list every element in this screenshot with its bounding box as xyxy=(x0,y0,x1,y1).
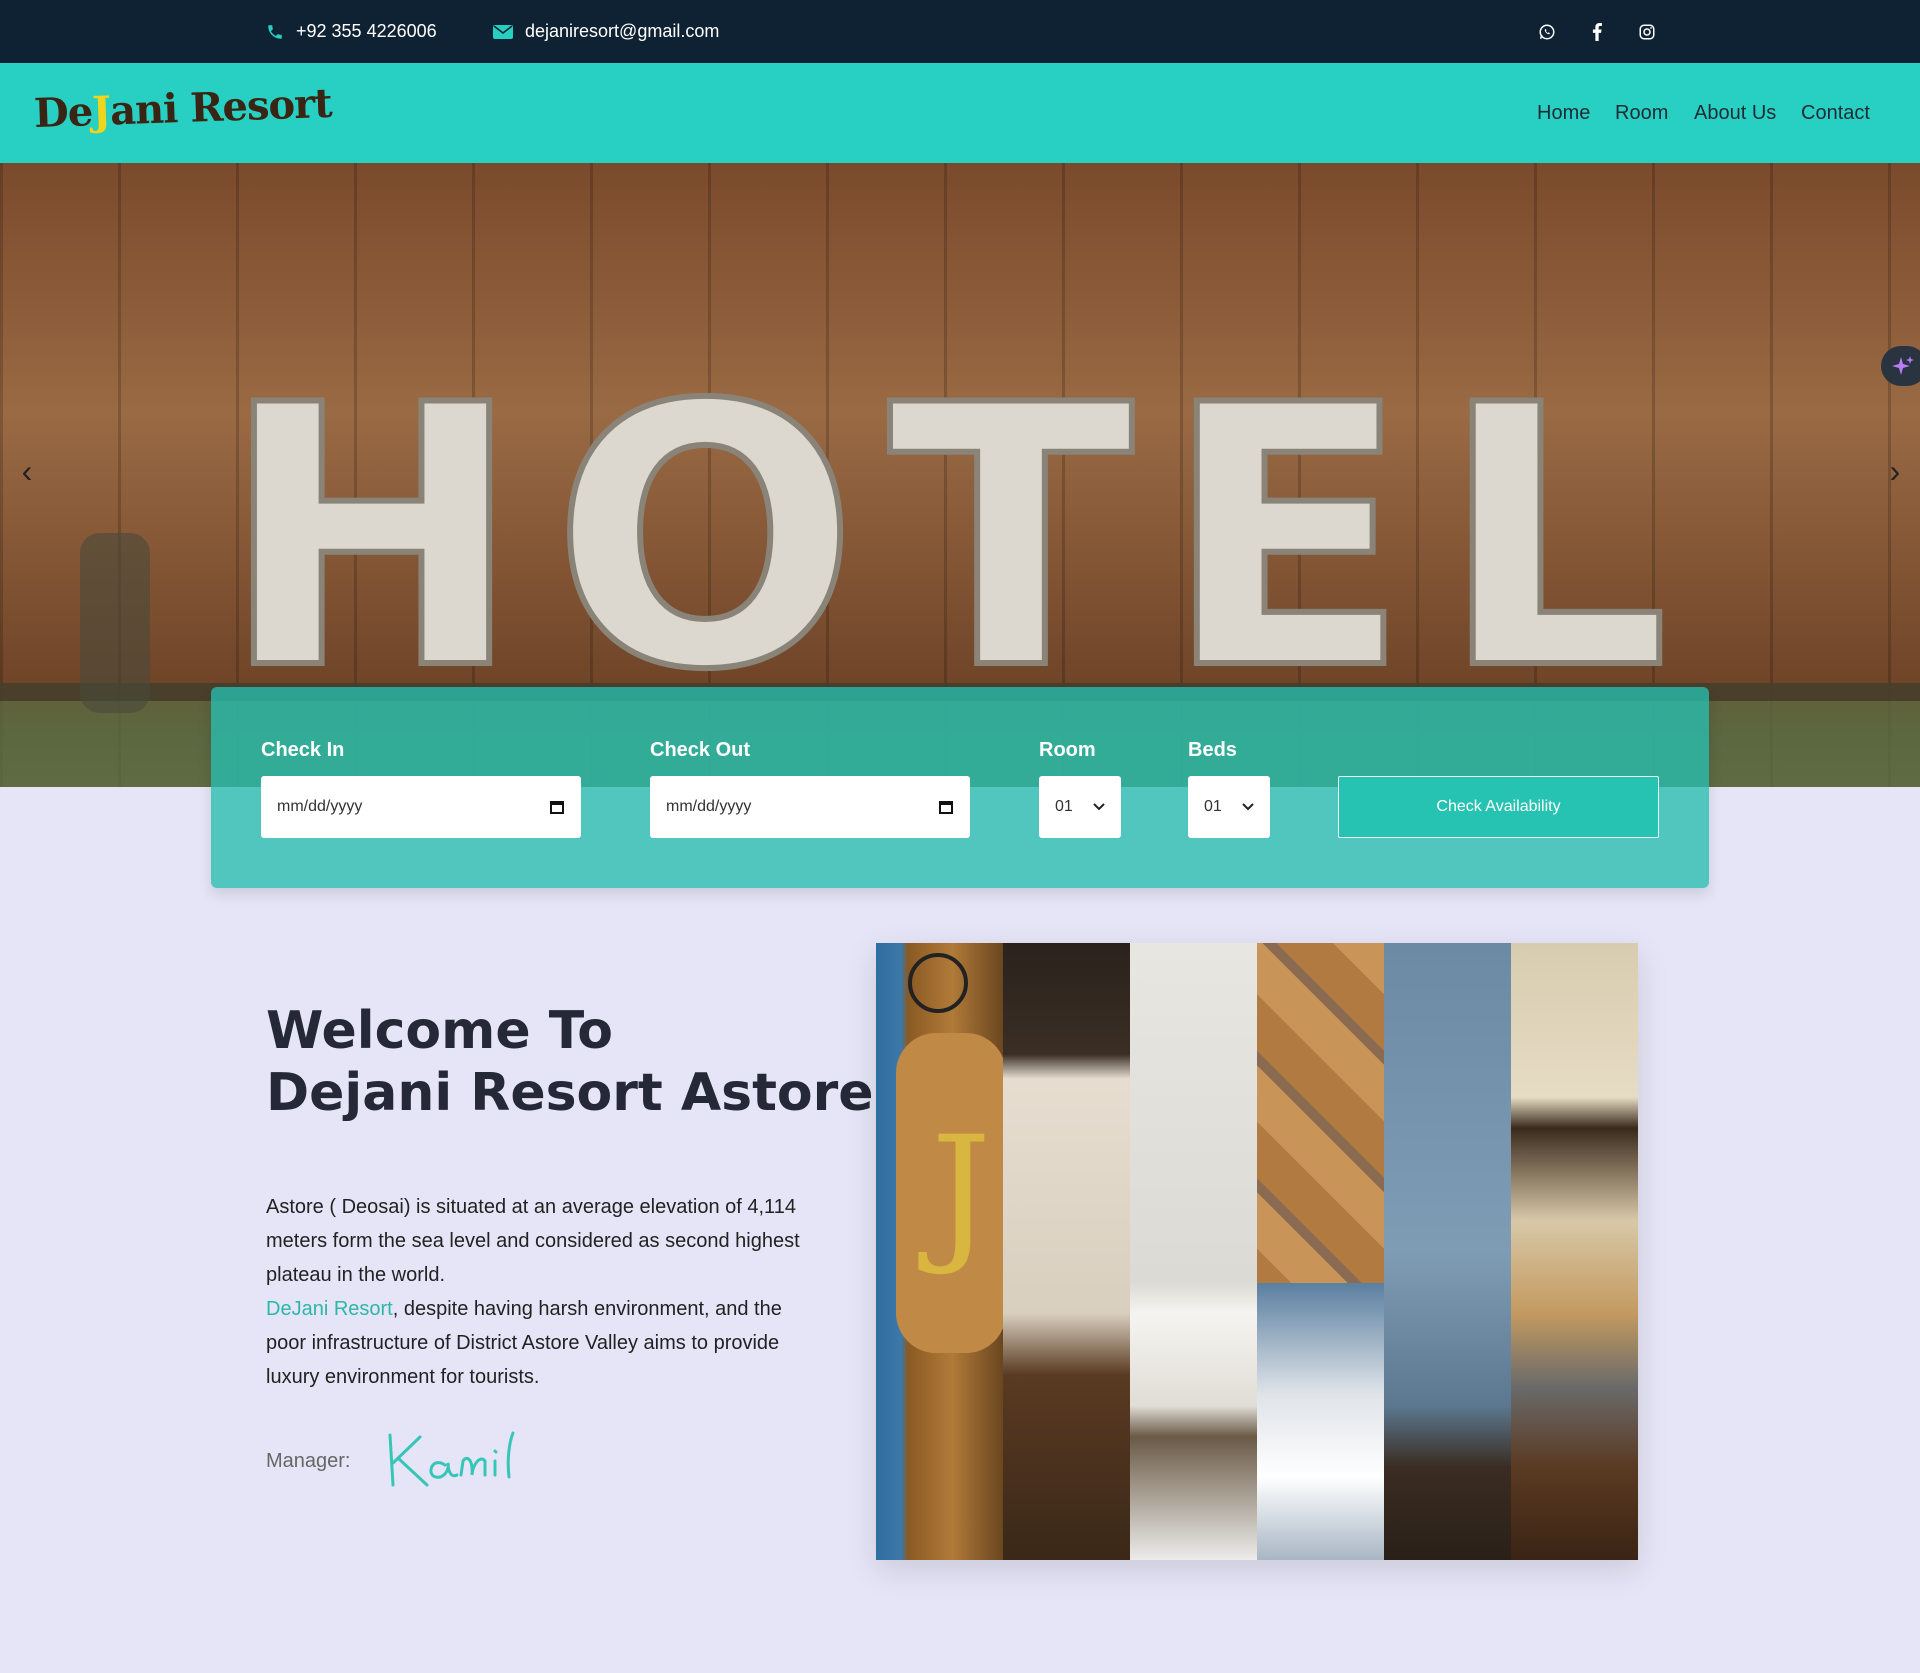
description-paragraph-2: DeJani Resort, despite having harsh envi… xyxy=(266,1292,816,1394)
facebook-icon[interactable] xyxy=(1582,0,1612,63)
nav-link-room[interactable]: Room xyxy=(1615,63,1668,163)
manager-label: Manager: xyxy=(266,1450,351,1472)
gallery-photo-bed[interactable] xyxy=(1130,943,1257,1560)
logo-text-start: De xyxy=(33,88,94,138)
description-paragraph-1: Astore ( Deosai) is situated at an avera… xyxy=(266,1196,800,1286)
calendar-icon xyxy=(939,801,953,814)
gallery-photo-key-tag[interactable]: J xyxy=(876,943,1003,1560)
gallery-photo-reception[interactable] xyxy=(1511,943,1638,1560)
check-out-label: Check Out xyxy=(650,739,751,761)
check-out-placeholder: mm/dd/yyyy xyxy=(666,798,752,815)
chevron-down-icon xyxy=(1242,803,1254,811)
gallery-photo-dining-room[interactable] xyxy=(1003,943,1130,1560)
sparkle-icon xyxy=(1892,356,1914,375)
check-out-date-input[interactable]: mm/dd/yyyy xyxy=(650,776,970,838)
check-in-placeholder: mm/dd/yyyy xyxy=(277,798,363,815)
room-label: Room xyxy=(1039,739,1096,761)
logo[interactable]: DeJani Resort xyxy=(33,80,332,137)
beds-label: Beds xyxy=(1188,739,1237,761)
nav-link-about-us[interactable]: About Us xyxy=(1694,63,1776,163)
gallery-photo-curtain[interactable] xyxy=(1384,943,1511,1560)
check-in-date-input[interactable]: mm/dd/yyyy xyxy=(261,776,581,838)
phone-icon xyxy=(266,23,284,41)
carousel-prev-button[interactable]: ‹ xyxy=(12,453,42,490)
main-nav: DeJani Resort Home Room About Us Contact xyxy=(0,63,1920,163)
beds-select[interactable]: 01 xyxy=(1188,776,1270,838)
booking-form: Check In mm/dd/yyyy Check Out mm/dd/yyyy… xyxy=(211,687,1709,888)
logo-text-end: ani Resort xyxy=(109,79,333,135)
room-selected-value: 01 xyxy=(1055,798,1073,815)
manager-signature xyxy=(388,1431,515,1487)
top-bar: +92 355 4226006 dejaniresort@gmail.com xyxy=(0,0,1920,63)
room-select[interactable]: 01 xyxy=(1039,776,1121,838)
check-in-label: Check In xyxy=(261,739,345,761)
nav-link-home[interactable]: Home xyxy=(1537,63,1590,163)
chevron-down-icon xyxy=(1093,803,1105,811)
welcome-description: Astore ( Deosai) is situated at an avera… xyxy=(266,1190,816,1394)
email-address: dejaniresort@gmail.com xyxy=(525,21,720,41)
phone-number: +92 355 4226006 xyxy=(296,21,437,41)
logo-accent-letter: J xyxy=(91,87,111,136)
gallery-photo-wood-headboard[interactable] xyxy=(1257,943,1384,1560)
carousel-next-button[interactable]: › xyxy=(1880,453,1910,490)
check-availability-button[interactable]: Check Availability xyxy=(1338,776,1659,838)
welcome-title-line-2: Dejani Resort Astore xyxy=(266,1063,874,1123)
email-contact[interactable]: dejaniresort@gmail.com xyxy=(493,0,719,63)
calendar-icon xyxy=(550,801,564,814)
mail-icon xyxy=(493,24,513,40)
welcome-title-line-1: Welcome To xyxy=(266,1001,613,1061)
phone-contact[interactable]: +92 355 4226006 xyxy=(266,0,437,63)
resort-name-link[interactable]: DeJani Resort xyxy=(266,1298,393,1320)
room-photo-gallery: J xyxy=(876,943,1638,1560)
hotel-sign-letters: HOTEL xyxy=(221,329,1699,748)
welcome-title: Welcome To Dejani Resort Astore xyxy=(266,1000,874,1124)
beds-selected-value: 01 xyxy=(1204,798,1222,815)
ai-assistant-button[interactable] xyxy=(1881,346,1920,386)
whatsapp-icon[interactable] xyxy=(1532,0,1562,63)
instagram-icon[interactable] xyxy=(1632,0,1662,63)
nav-link-contact[interactable]: Contact xyxy=(1801,63,1870,163)
